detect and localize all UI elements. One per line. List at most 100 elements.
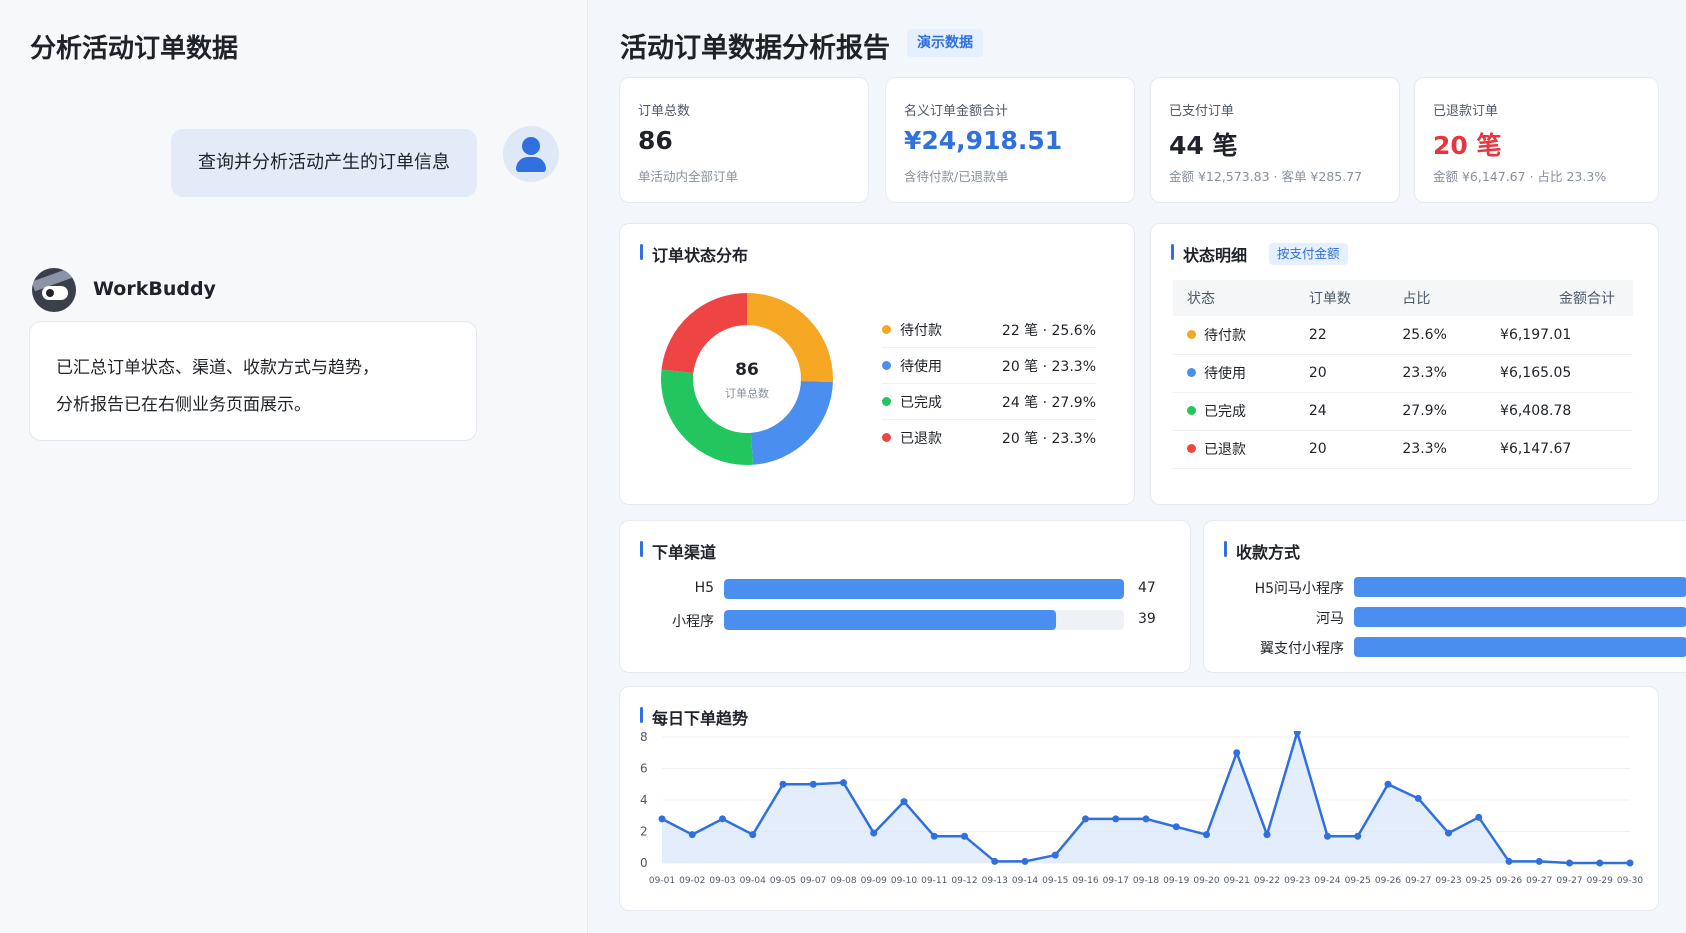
kpi-sub: 含待付款/已退款单 [904, 169, 1009, 184]
status-dot [1187, 368, 1196, 377]
cell-count: 20 [1294, 430, 1389, 469]
status-dot [1187, 406, 1196, 415]
trend-point [1445, 829, 1452, 837]
cell-status: 待使用 [1204, 366, 1246, 382]
kpi-value: 86 [638, 126, 673, 155]
legend-label: 已完成 [900, 395, 942, 411]
cell-count: 20 [1294, 354, 1389, 393]
trend-area [662, 732, 1630, 863]
donut-center-label: 订单总数 [725, 387, 769, 400]
legend-label: 待使用 [900, 359, 942, 375]
x-tick-label: 09-05 [770, 876, 796, 886]
legend-dot [882, 397, 891, 406]
trend-point [1293, 731, 1301, 736]
trend-point [658, 815, 666, 823]
table-row: 待使用 20 23.3% ¥6,165.05 [1173, 354, 1633, 393]
y-tick-label: 0 [640, 856, 648, 870]
trend-point [1475, 813, 1483, 821]
order-channel-card: 下单渠道 H5 47 小程序 39 [619, 520, 1191, 673]
x-tick-label: 09-27 [1405, 876, 1431, 886]
cell-status: 已完成 [1204, 404, 1246, 420]
status-dot [1187, 329, 1196, 339]
x-tick-label: 09-12 [951, 876, 977, 886]
column-header: 金额合计 [1486, 280, 1633, 316]
bot-name: WorkBuddy [93, 278, 216, 300]
trend-point [1324, 832, 1331, 840]
chat-panel: 分析活动订单数据 查询并分析活动产生的订单信息 WorkBuddy 已汇总订单状… [0, 0, 588, 933]
user-message: 查询并分析活动产生的订单信息 [171, 129, 477, 197]
x-tick-label: 09-26 [1496, 876, 1522, 886]
channel-bar-track [724, 610, 1124, 630]
trend-point [1384, 780, 1392, 788]
chat-title: 分析活动订单数据 [30, 34, 239, 64]
x-tick-label: 09-20 [1193, 876, 1219, 886]
channel-bar-row: H5 47 [695, 578, 1164, 600]
kpi-value: 44 笔 [1169, 131, 1238, 160]
trend-point [1233, 749, 1241, 757]
payment-label: 河马 [1316, 611, 1344, 627]
daily-trend-chart: 0 2 4 6 8 09-01 09-02 09-03 09-04 09-05 09-07 09-08… [640, 731, 1643, 886]
kpi-label: 名义订单金额合计 [904, 104, 1009, 119]
x-tick-label: 09-01 [649, 876, 675, 886]
trend-point [1354, 832, 1362, 840]
legend-label: 待付款 [900, 323, 942, 339]
cell-pct: 25.6% [1388, 316, 1487, 355]
legend-value: 20 笔 · 23.3% [1001, 431, 1096, 447]
section-title: 订单状态分布 [640, 242, 748, 266]
bot-avatar-icon [32, 268, 76, 312]
x-tick-label: 09-04 [740, 876, 766, 886]
x-tick-label: 09-15 [1042, 876, 1068, 886]
cell-status: 待付款 [1204, 327, 1246, 344]
y-tick-label: 8 [640, 731, 648, 744]
trend-point [1142, 815, 1150, 823]
trend-point [1505, 857, 1513, 865]
column-header: 占比 [1388, 280, 1487, 316]
legend-value: 24 笔 · 27.9% [1001, 395, 1096, 411]
trend-point [749, 831, 757, 839]
payment-bar-fill [1354, 607, 1686, 627]
kpi-sub: 金额 ¥6,147.67 · 占比 23.3% [1433, 169, 1607, 184]
x-tick-label: 09-18 [1133, 876, 1159, 886]
trend-point [779, 780, 787, 788]
table-row: 已完成 24 27.9% ¥6,408.78 [1173, 392, 1633, 431]
trend-point [1021, 857, 1029, 865]
cell-amount: ¥6,147.67 [1486, 430, 1633, 469]
cell-count: 22 [1294, 316, 1389, 355]
x-tick-label: 09-30 [1617, 876, 1643, 886]
bot-message-line: 已汇总订单状态、渠道、收款方式与趋势， [56, 358, 379, 378]
x-tick-label: 09-25 [1345, 876, 1371, 886]
x-tick-label: 09-09 [861, 876, 887, 886]
channel-value: 47 [1138, 580, 1156, 596]
kpi-card-refunded-orders: 已退款订单 20 笔 金额 ¥6,147.67 · 占比 23.3% [1414, 77, 1659, 203]
trend-point [991, 857, 999, 865]
payment-bar-fill [1354, 637, 1686, 657]
amount-basis-badge: 按支付金额 [1269, 243, 1348, 265]
x-tick-label: 09-24 [1314, 876, 1340, 886]
trend-point [840, 779, 847, 787]
payment-method-card: 收款方式 H5问马小程序 河马 翼支付小程序 [1203, 520, 1686, 673]
cell-status: 已退款 [1204, 442, 1246, 458]
section-title: 每日下单趋势 [640, 705, 748, 729]
x-tick-label: 09-29 [1587, 876, 1613, 886]
cell-amount: ¥6,408.78 [1486, 392, 1633, 431]
trend-point [1051, 851, 1059, 859]
demo-data-badge: 演示数据 [907, 29, 983, 57]
payment-label: H5问马小程序 [1254, 581, 1344, 597]
x-tick-label: 09-23 [1435, 876, 1461, 886]
cell-count: 24 [1294, 392, 1389, 431]
x-tick-label: 09-10 [891, 876, 917, 886]
x-tick-label: 09-03 [709, 876, 735, 886]
legend-dot [882, 361, 891, 370]
x-tick-label: 09-25 [1466, 876, 1492, 886]
status-dot [1187, 444, 1196, 453]
bot-message-line: 分析报告已在右侧业务页面展示。 [56, 395, 311, 415]
x-tick-label: 09-19 [1163, 876, 1189, 886]
kpi-card-paid-orders: 已支付订单 44 笔 金额 ¥12,573.83 · 客单 ¥285.77 [1150, 77, 1400, 203]
kpi-value: ¥24,918.51 [904, 126, 1063, 155]
trend-point [1203, 831, 1210, 839]
trend-point [930, 832, 938, 840]
kpi-label: 已退款订单 [1433, 104, 1499, 119]
table-row: 待付款 22 25.6% ¥6,197.01 [1173, 316, 1633, 355]
kpi-card-nominal-amount: 名义订单金额合计 ¥24,918.51 含待付款/已退款单 [885, 77, 1135, 203]
trend-point [1112, 815, 1120, 823]
